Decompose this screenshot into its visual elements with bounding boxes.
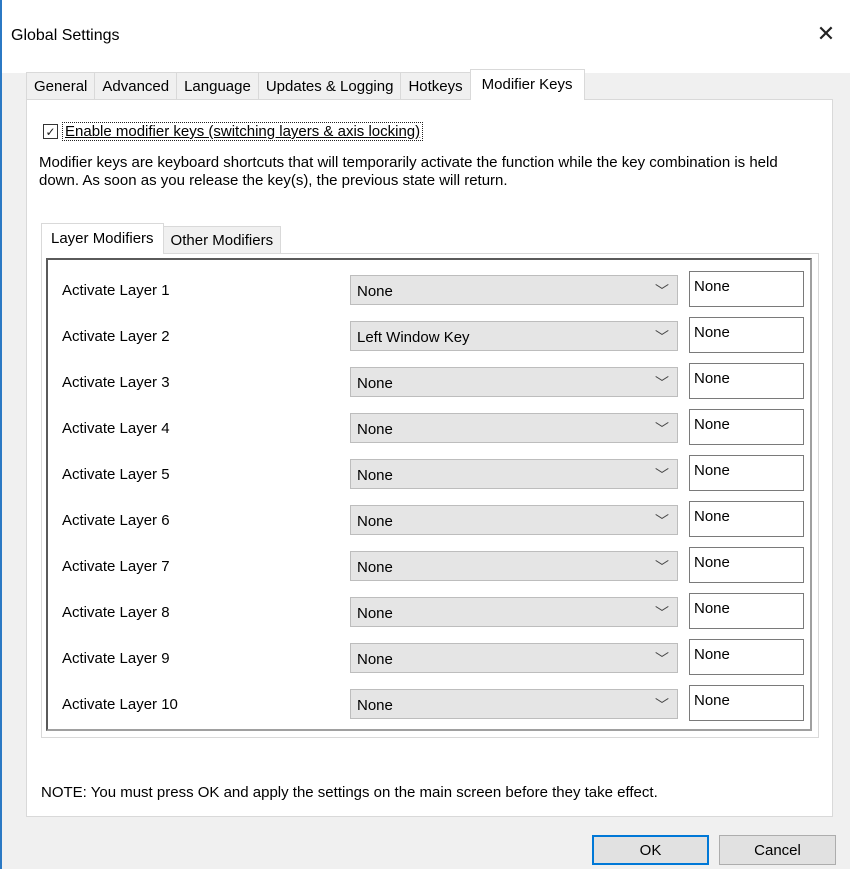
layer-row: Activate Layer 10 None ﹀ None: [48, 684, 810, 724]
ok-button[interactable]: OK: [592, 835, 709, 865]
chevron-down-icon: ﹀: [655, 605, 669, 621]
chevron-down-icon: ﹀: [655, 467, 669, 483]
layer-row: Activate Layer 3 None ﹀ None: [48, 362, 810, 402]
modifier-dropdown-value: None: [357, 651, 393, 668]
modifier-dropdown-value: Left Window Key: [357, 329, 470, 346]
modifier-dropdown-value: None: [357, 467, 393, 484]
tab-general[interactable]: General: [26, 72, 96, 100]
layer-label: Activate Layer 3: [62, 374, 170, 391]
key-field[interactable]: None: [689, 639, 804, 675]
chevron-down-icon: ﹀: [655, 375, 669, 391]
layer-label: Activate Layer 5: [62, 466, 170, 483]
modifier-dropdown[interactable]: None ﹀: [350, 643, 678, 673]
modifier-dropdown[interactable]: None ﹀: [350, 459, 678, 489]
key-field-value: None: [694, 646, 730, 663]
key-field-value: None: [694, 278, 730, 295]
layer-label: Activate Layer 8: [62, 604, 170, 621]
key-field-value: None: [694, 370, 730, 387]
layer-row: Activate Layer 6 None ﹀ None: [48, 500, 810, 540]
close-icon: ✕: [816, 21, 836, 46]
title-bar: Global Settings ✕: [2, 0, 850, 73]
chevron-down-icon: ﹀: [655, 697, 669, 713]
modifier-dropdown[interactable]: None ﹀: [350, 275, 678, 305]
enable-modifier-keys-label[interactable]: Enable modifier keys (switching layers &…: [62, 122, 424, 141]
key-field[interactable]: None: [689, 685, 804, 721]
modifier-dropdown-value: None: [357, 697, 393, 714]
chevron-down-icon: ﹀: [655, 651, 669, 667]
chevron-down-icon: ﹀: [655, 421, 669, 437]
settings-tabs: General Advanced Language Updates & Logg…: [26, 69, 585, 100]
modifier-dropdown[interactable]: None ﹀: [350, 551, 678, 581]
modifier-dropdown[interactable]: None ﹀: [350, 413, 678, 443]
tab-advanced[interactable]: Advanced: [94, 72, 178, 100]
key-field-value: None: [694, 554, 730, 571]
key-field[interactable]: None: [689, 363, 804, 399]
close-button[interactable]: ✕: [814, 21, 838, 46]
modifier-dropdown-value: None: [357, 559, 393, 576]
enable-modifier-keys-checkbox[interactable]: ✓: [43, 124, 58, 139]
modifier-keys-panel: ✓ Enable modifier keys (switching layers…: [26, 99, 833, 817]
chevron-down-icon: ﹀: [655, 283, 669, 299]
key-field[interactable]: None: [689, 317, 804, 353]
check-icon: ✓: [45, 124, 56, 139]
enable-modifier-keys-row[interactable]: ✓ Enable modifier keys (switching layers…: [43, 122, 424, 141]
tab-hotkeys[interactable]: Hotkeys: [400, 72, 471, 100]
key-field-value: None: [694, 324, 730, 341]
layer-label: Activate Layer 2: [62, 328, 170, 345]
tab-modifier-keys[interactable]: Modifier Keys: [469, 69, 585, 100]
modifier-keys-description: Modifier keys are keyboard shortcuts tha…: [39, 154, 778, 189]
tab-layer-modifiers[interactable]: Layer Modifiers: [41, 223, 164, 254]
key-field[interactable]: None: [689, 271, 804, 307]
key-field-value: None: [694, 416, 730, 433]
chevron-down-icon: ﹀: [655, 559, 669, 575]
key-field[interactable]: None: [689, 501, 804, 537]
modifier-dropdown-value: None: [357, 605, 393, 622]
layer-row: Activate Layer 1 None ﹀ None: [48, 270, 810, 310]
layer-row: Activate Layer 2 Left Window Key ﹀ None: [48, 316, 810, 356]
key-field-value: None: [694, 508, 730, 525]
layer-modifiers-list: Activate Layer 1 None ﹀ None Activate La…: [46, 258, 812, 731]
key-field[interactable]: None: [689, 593, 804, 629]
modifier-dropdown-value: None: [357, 375, 393, 392]
key-field-value: None: [694, 600, 730, 617]
key-field[interactable]: None: [689, 455, 804, 491]
layer-label: Activate Layer 4: [62, 420, 170, 437]
modifier-dropdown[interactable]: Left Window Key ﹀: [350, 321, 678, 351]
layer-label: Activate Layer 7: [62, 558, 170, 575]
modifier-dropdown-value: None: [357, 513, 393, 530]
settings-note: NOTE: You must press OK and apply the se…: [41, 784, 658, 801]
modifier-subtabs: Layer Modifiers Other Modifiers: [41, 223, 282, 254]
modifier-dropdown[interactable]: None ﹀: [350, 597, 678, 627]
layer-label: Activate Layer 6: [62, 512, 170, 529]
window-title: Global Settings: [11, 27, 120, 44]
layer-row: Activate Layer 9 None ﹀ None: [48, 638, 810, 678]
key-field[interactable]: None: [689, 409, 804, 445]
modifier-dropdown-value: None: [357, 283, 393, 300]
layer-row: Activate Layer 7 None ﹀ None: [48, 546, 810, 586]
layer-label: Activate Layer 1: [62, 282, 170, 299]
key-field[interactable]: None: [689, 547, 804, 583]
tab-other-modifiers[interactable]: Other Modifiers: [162, 226, 282, 254]
modifier-dropdown[interactable]: None ﹀: [350, 367, 678, 397]
layer-label: Activate Layer 10: [62, 696, 178, 713]
layer-label: Activate Layer 9: [62, 650, 170, 667]
cancel-button[interactable]: Cancel: [719, 835, 836, 865]
chevron-down-icon: ﹀: [655, 329, 669, 345]
modifier-dropdown[interactable]: None ﹀: [350, 505, 678, 535]
layer-row: Activate Layer 5 None ﹀ None: [48, 454, 810, 494]
modifier-dropdown-value: None: [357, 421, 393, 438]
modifier-dropdown[interactable]: None ﹀: [350, 689, 678, 719]
tab-language[interactable]: Language: [176, 72, 259, 100]
window-border: [0, 0, 2, 869]
layer-row: Activate Layer 4 None ﹀ None: [48, 408, 810, 448]
chevron-down-icon: ﹀: [655, 513, 669, 529]
key-field-value: None: [694, 692, 730, 709]
layer-modifiers-panel: Activate Layer 1 None ﹀ None Activate La…: [41, 253, 819, 738]
layer-row: Activate Layer 8 None ﹀ None: [48, 592, 810, 632]
tab-updates-logging[interactable]: Updates & Logging: [257, 72, 402, 100]
key-field-value: None: [694, 462, 730, 479]
